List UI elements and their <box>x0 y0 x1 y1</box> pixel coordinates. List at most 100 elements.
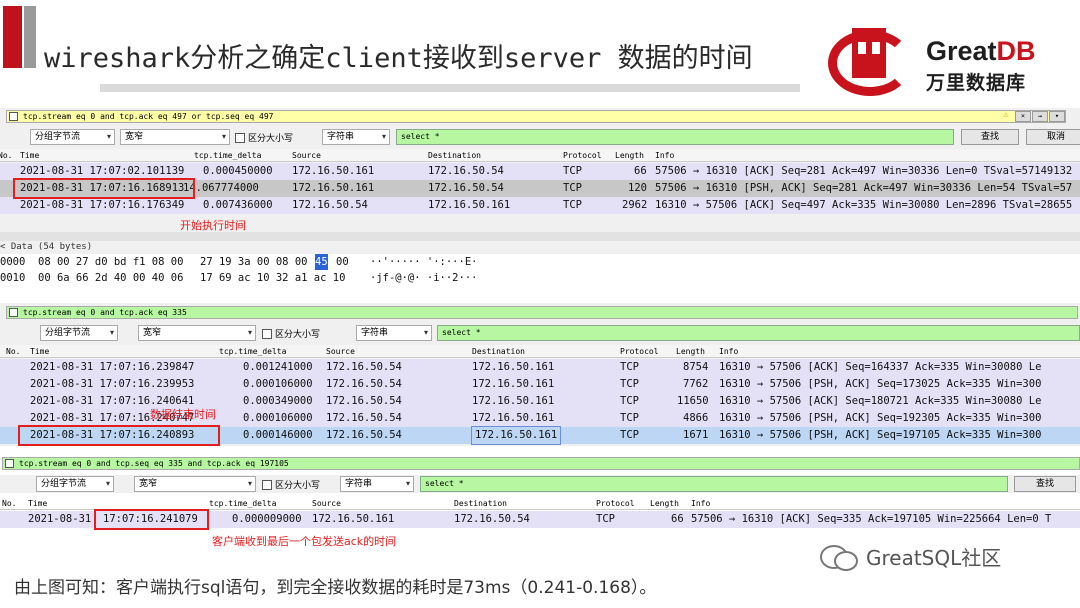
find-toolbar: 分组字节流 ▾ 宽窄 ▾ 区分大小写 字符串 ▾ select * 查找 取消 <box>0 128 1080 146</box>
packet-list-header: No. Time tcp.time_delta Source Destinati… <box>0 149 1080 162</box>
search-input[interactable]: select * <box>420 476 1008 492</box>
col-protocol[interactable]: Protocol <box>563 149 602 162</box>
wireshark-pane-2: tcp.stream eq 0 and tcp.ack eq 335 分组字节流… <box>0 303 1080 446</box>
checkbox-box[interactable] <box>235 132 245 143</box>
packet-row[interactable]: 2021-08-31 17:07:16.239953 0.000106000 1… <box>0 376 1080 393</box>
apply-filter-icon[interactable]: → <box>1032 111 1048 122</box>
horizontal-scrollbar[interactable] <box>0 232 1080 241</box>
filter-dropdown-icon[interactable]: ▾ <box>1049 111 1065 122</box>
bookmark-icon[interactable] <box>9 112 18 121</box>
checkbox-box[interactable] <box>262 479 272 490</box>
case-sensitive-checkbox[interactable]: 区分大小写 <box>262 327 320 340</box>
case-sensitive-checkbox[interactable]: 区分大小写 <box>235 131 293 144</box>
header-grey-bar <box>24 6 36 68</box>
packet-list-header: No. Time tcp.time_delta Source Destinati… <box>0 345 1080 358</box>
logo-cn-text: 万里数据库 <box>926 72 1027 94</box>
logo-text: GreatDB <box>926 36 1036 66</box>
col-source[interactable]: Source <box>292 149 321 162</box>
find-button[interactable]: 查找 <box>1014 476 1076 492</box>
col-delta[interactable]: tcp.time_delta <box>194 149 261 162</box>
chevron-down-icon: ▾ <box>221 132 226 141</box>
col-no[interactable]: No. <box>2 497 16 510</box>
display-filter-bar[interactable]: tcp.stream eq 0 and tcp.seq eq 335 and t… <box>2 457 1080 470</box>
bookmark-icon[interactable] <box>5 459 14 468</box>
col-no[interactable]: No. <box>0 149 12 162</box>
col-source[interactable]: Source <box>326 345 355 358</box>
wireshark-pane-3: tcp.stream eq 0 and tcp.seq eq 335 and t… <box>0 454 1080 554</box>
col-protocol[interactable]: Protocol <box>596 497 635 510</box>
col-length[interactable]: Length <box>676 345 705 358</box>
warning-icon: ⚠ <box>1003 110 1009 120</box>
col-info[interactable]: Info <box>655 149 674 162</box>
slide-header: wireshark分析之确定client接收到server 数据的时间 Grea… <box>0 0 1080 108</box>
col-info[interactable]: Info <box>691 497 710 510</box>
charset-select[interactable]: 宽窄 ▾ <box>138 325 256 341</box>
case-sensitive-checkbox[interactable]: 区分大小写 <box>262 478 320 491</box>
col-protocol[interactable]: Protocol <box>620 345 659 358</box>
find-toolbar: 分组字节流 ▾ 宽窄 ▾ 区分大小写 字符串 ▾ select * <box>0 324 1080 342</box>
wireshark-pane-1: tcp.stream eq 0 and tcp.ack eq 497 or tc… <box>0 108 1080 294</box>
col-delta[interactable]: tcp.time_delta <box>219 345 286 358</box>
col-length[interactable]: Length <box>650 497 679 510</box>
search-in-select[interactable]: 分组字节流 ▾ <box>40 325 118 341</box>
slide-title: wireshark分析之确定client接收到server 数据的时间 <box>44 43 753 74</box>
packet-row[interactable]: 2021-08-31 17:07:16.176349 0.007436000 1… <box>0 197 1080 214</box>
search-type-select[interactable]: 字符串 ▾ <box>340 476 414 492</box>
col-time[interactable]: Time <box>28 497 47 510</box>
col-info[interactable]: Info <box>719 345 738 358</box>
find-button[interactable]: 查找 <box>961 129 1019 145</box>
chevron-down-icon: ▾ <box>423 328 428 337</box>
header-underline <box>100 84 800 92</box>
packet-detail-line[interactable]: < Data (54 bytes) <box>0 242 92 252</box>
search-in-select[interactable]: 分组字节流 ▾ <box>30 129 115 145</box>
search-type-select[interactable]: 字符串 ▾ <box>322 129 390 145</box>
col-destination[interactable]: Destination <box>454 497 507 510</box>
display-filter-bar[interactable]: tcp.stream eq 0 and tcp.ack eq 497 or tc… <box>6 110 1066 123</box>
display-filter-text[interactable]: tcp.stream eq 0 and tcp.ack eq 497 or tc… <box>23 112 273 121</box>
watermark: GreatSQL社区 <box>820 542 1001 571</box>
logo-tower-icon <box>852 28 886 78</box>
ack-time-annotation: 客户端收到最后一个包发送ack的时间 <box>212 535 397 548</box>
charset-select[interactable]: 宽窄 ▾ <box>120 129 230 145</box>
chevron-down-icon: ▾ <box>405 479 410 488</box>
col-delta[interactable]: tcp.time_delta <box>209 497 276 510</box>
search-type-select[interactable]: 字符串 ▾ <box>356 325 432 341</box>
col-length[interactable]: Length <box>615 149 644 162</box>
col-time[interactable]: Time <box>20 149 39 162</box>
chevron-down-icon: ▾ <box>109 328 114 337</box>
display-filter-text[interactable]: tcp.stream eq 0 and tcp.ack eq 335 <box>23 308 187 317</box>
search-input[interactable]: select * <box>437 325 1080 341</box>
conclusion-text: 由上图可知：客户端执行sql语句，到完全接收数据的耗时是73ms（0.241-0… <box>14 578 657 598</box>
display-filter-bar[interactable]: tcp.stream eq 0 and tcp.ack eq 335 <box>6 306 1078 319</box>
col-time[interactable]: Time <box>30 345 49 358</box>
end-time-highlight <box>18 425 220 446</box>
checkbox-box[interactable] <box>262 328 272 339</box>
col-no[interactable]: No. <box>6 345 20 358</box>
header-red-bar <box>3 6 22 68</box>
clear-filter-icon[interactable]: × <box>1015 111 1031 122</box>
wechat-icon <box>820 543 858 571</box>
col-destination[interactable]: Destination <box>428 149 481 162</box>
chevron-down-icon: ▾ <box>106 132 111 141</box>
search-input[interactable]: select * <box>396 129 954 145</box>
col-destination[interactable]: Destination <box>472 345 525 358</box>
end-time-annotation: 数据结束时间 <box>150 408 216 421</box>
packet-bytes-pane: 0000 08 00 27 d0 bd f1 08 00 27 19 3a 00… <box>0 254 1080 294</box>
ack-time-highlight <box>94 509 209 530</box>
find-toolbar: 分组字节流 ▾ 宽窄 ▾ 区分大小写 字符串 ▾ select * 查找 <box>0 475 1080 493</box>
charset-select[interactable]: 宽窄 ▾ <box>134 476 256 492</box>
chevron-down-icon: ▾ <box>247 328 252 337</box>
chevron-down-icon: ▾ <box>247 479 252 488</box>
chevron-down-icon: ▾ <box>381 132 386 141</box>
packet-row[interactable]: 2021-08-31 17:07:16.239847 0.001241000 1… <box>0 359 1080 376</box>
selected-byte[interactable]: 45 <box>315 254 328 270</box>
search-in-select[interactable]: 分组字节流 ▾ <box>36 476 114 492</box>
display-filter-text[interactable]: tcp.stream eq 0 and tcp.seq eq 335 and t… <box>19 459 289 468</box>
cancel-button[interactable]: 取消 <box>1026 129 1080 145</box>
start-time-annotation: 开始执行时间 <box>180 219 246 232</box>
bookmark-icon[interactable] <box>9 308 18 317</box>
col-source[interactable]: Source <box>312 497 341 510</box>
greatdb-logo: GreatDB 万里数据库 <box>812 2 1080 106</box>
start-time-highlight <box>13 178 195 199</box>
chevron-down-icon: ▾ <box>105 479 110 488</box>
